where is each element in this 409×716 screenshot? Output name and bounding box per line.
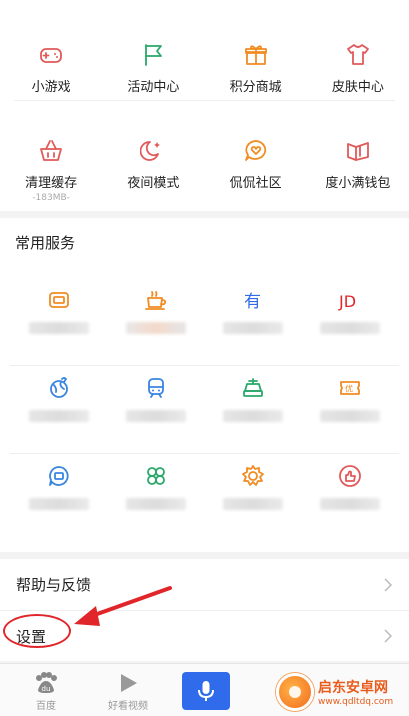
svg-text:JD: JD xyxy=(338,292,356,311)
services-row xyxy=(10,454,399,542)
clover-icon xyxy=(146,467,165,485)
annotation-ellipse xyxy=(3,614,71,648)
service-item[interactable]: 优 xyxy=(302,366,399,453)
service-item[interactable] xyxy=(205,366,302,453)
car-icon xyxy=(243,378,264,397)
svg-text:有: 有 xyxy=(244,292,261,312)
tool-item[interactable]: 度小满钱包 xyxy=(307,101,409,191)
tool-item[interactable]: 活动中心 xyxy=(102,0,204,95)
chat-heart-icon xyxy=(244,140,266,161)
tab-home-label: 百度 xyxy=(36,701,56,712)
tools-row: 清理缓存 -183MB- 夜间模式 侃侃社区 度小满钱包 xyxy=(0,101,409,203)
voice-search-button[interactable] xyxy=(182,672,230,710)
service-item[interactable] xyxy=(107,366,204,453)
paw-icon: du xyxy=(36,672,57,693)
blurred-service-label xyxy=(320,498,381,510)
train-icon xyxy=(147,378,164,398)
coupon-icon: 优 xyxy=(340,381,361,395)
service-item[interactable] xyxy=(10,278,107,365)
coffee-icon xyxy=(144,291,166,310)
tab-home[interactable]: du 百度 xyxy=(0,664,92,716)
microphone-icon xyxy=(198,681,214,701)
blurred-service-label xyxy=(320,410,381,422)
watermark-name: 启东安卓网 xyxy=(318,680,388,696)
svg-text:优: 优 xyxy=(345,384,353,394)
section-title: 常用服务 xyxy=(15,234,76,252)
watermark-url: www.qdltdq.com xyxy=(318,697,394,707)
card-icon xyxy=(48,292,69,308)
tools-card: 小游戏 活动中心 积分商城 皮肤中心 清理缓存 -183MB- 夜间模式 侃侃社区 度小满钱包 xyxy=(0,0,409,211)
tool-label: 活动中心 xyxy=(127,80,180,95)
watermark-logo-icon xyxy=(276,673,314,711)
tool-label: 清理缓存 xyxy=(25,176,78,191)
blurred-service-label xyxy=(125,322,186,334)
globe-icon xyxy=(49,377,68,398)
tool-item[interactable]: 皮肤中心 xyxy=(307,0,409,95)
blurred-service-label xyxy=(320,322,381,334)
service-item[interactable] xyxy=(107,454,204,542)
services-card: 常用服务 有 JD 优 xyxy=(0,218,409,552)
services-row: 优 xyxy=(10,366,399,454)
jd-icon: JD xyxy=(338,292,356,311)
ticket-chat-icon xyxy=(48,466,69,486)
gamepad-icon xyxy=(40,48,63,63)
service-item[interactable] xyxy=(107,278,204,365)
services-row: 有 JD xyxy=(10,278,399,366)
moon-icon xyxy=(140,141,161,161)
lion-icon xyxy=(242,465,265,486)
blurred-service-label xyxy=(223,410,284,422)
svg-text:du: du xyxy=(42,685,51,693)
thumbs-up-icon xyxy=(339,465,362,487)
youdao-icon: 有 xyxy=(244,292,261,312)
tab-video[interactable]: 好看视频 xyxy=(82,664,174,716)
service-item[interactable] xyxy=(10,366,107,453)
service-item[interactable]: JD xyxy=(302,278,399,365)
tool-item[interactable]: 清理缓存 -183MB- xyxy=(0,101,102,203)
tab-video-label: 好看视频 xyxy=(108,701,148,712)
flag-icon xyxy=(145,44,163,66)
blurred-service-label xyxy=(125,498,186,510)
menu-card: 帮助与反馈 设置 xyxy=(0,559,409,661)
wallet-icon xyxy=(346,142,369,161)
chevron-right-icon xyxy=(384,629,393,643)
help-feedback-item[interactable]: 帮助与反馈 xyxy=(0,559,409,610)
tools-row: 小游戏 活动中心 积分商城 皮肤中心 xyxy=(0,0,409,100)
service-item[interactable] xyxy=(10,454,107,542)
tool-label: 积分商城 xyxy=(229,80,282,95)
blurred-service-label xyxy=(223,322,284,334)
tool-label: 皮肤中心 xyxy=(331,80,384,95)
play-icon xyxy=(121,674,137,692)
tool-label: 侃侃社区 xyxy=(229,176,282,191)
tool-item[interactable]: 小游戏 xyxy=(0,0,102,95)
tool-label: 度小满钱包 xyxy=(325,176,391,191)
service-item[interactable] xyxy=(302,454,399,542)
chevron-right-icon xyxy=(384,577,393,592)
watermark-text: 启东安卓网 www.qdltdq.com xyxy=(318,677,393,707)
service-item[interactable]: 有 xyxy=(205,278,302,365)
tool-label: 夜间模式 xyxy=(127,176,180,191)
service-item[interactable] xyxy=(205,454,302,542)
help-feedback-label: 帮助与反馈 xyxy=(16,576,92,594)
blurred-service-label xyxy=(125,410,186,422)
basket-icon xyxy=(40,140,63,161)
tool-item[interactable]: 侃侃社区 xyxy=(205,101,307,191)
blurred-service-label xyxy=(223,498,284,510)
blurred-service-label xyxy=(28,322,89,334)
gift-icon xyxy=(244,45,267,65)
watermark: 启东安卓网 www.qdltdq.com xyxy=(276,668,409,716)
tool-item[interactable]: 夜间模式 xyxy=(102,101,204,191)
blurred-service-label xyxy=(28,498,89,510)
tool-label: 小游戏 xyxy=(31,80,71,95)
tool-sublabel: -183MB- xyxy=(32,193,70,203)
tshirt-icon xyxy=(346,44,369,65)
blurred-service-label xyxy=(28,410,89,422)
services-grid: 有 JD 优 xyxy=(0,278,409,542)
tool-item[interactable]: 积分商城 xyxy=(205,0,307,95)
